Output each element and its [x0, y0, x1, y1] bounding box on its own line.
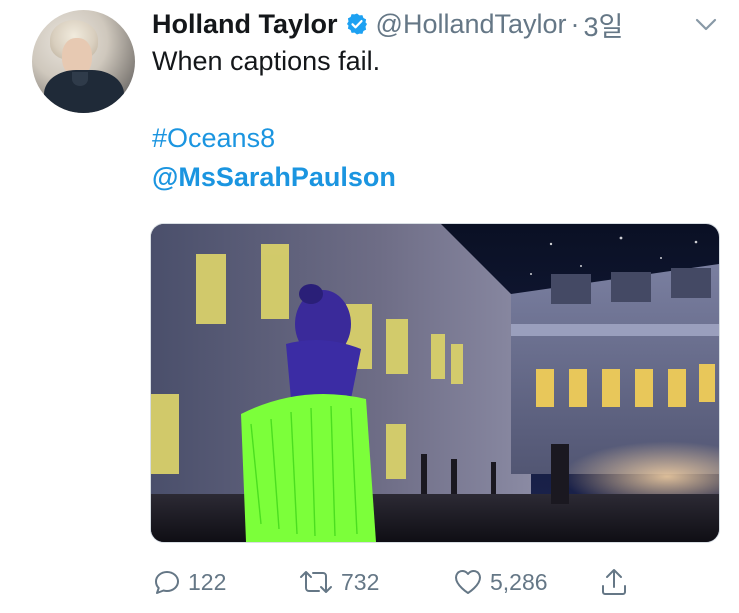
reply-icon	[154, 571, 179, 594]
hashtag-link[interactable]: #Oceans8	[152, 123, 275, 154]
tweet-media-image[interactable]	[150, 223, 720, 543]
share-icon	[602, 569, 626, 595]
mention-link[interactable]: @MsSarahPaulson	[152, 162, 396, 193]
like-count: 5,286	[490, 568, 548, 595]
action-bar: 122 732 5,286	[0, 562, 739, 602]
tweet-header: Holland Taylor @HollandTaylor · 3일	[152, 6, 623, 42]
timestamp[interactable]: 3일	[584, 5, 624, 44]
reply-count: 122	[188, 568, 227, 595]
retweet-count: 732	[341, 568, 380, 595]
like-button[interactable]: 5,286	[452, 562, 548, 602]
retweet-button[interactable]: 732	[297, 562, 379, 602]
verified-badge-icon	[345, 12, 369, 36]
heart-icon	[454, 569, 482, 594]
author-name[interactable]: Holland Taylor	[152, 9, 338, 40]
author-handle[interactable]: @HollandTaylor	[376, 9, 567, 40]
retweet-icon	[300, 571, 332, 593]
separator: ·	[570, 8, 580, 39]
tweet-text: When captions fail.	[152, 46, 381, 76]
tweet: Holland Taylor @HollandTaylor · 3일 When …	[0, 0, 739, 613]
chevron-down-icon[interactable]	[693, 13, 719, 35]
avatar[interactable]	[32, 10, 135, 113]
reply-button[interactable]: 122	[152, 562, 226, 602]
share-button[interactable]	[598, 562, 636, 602]
